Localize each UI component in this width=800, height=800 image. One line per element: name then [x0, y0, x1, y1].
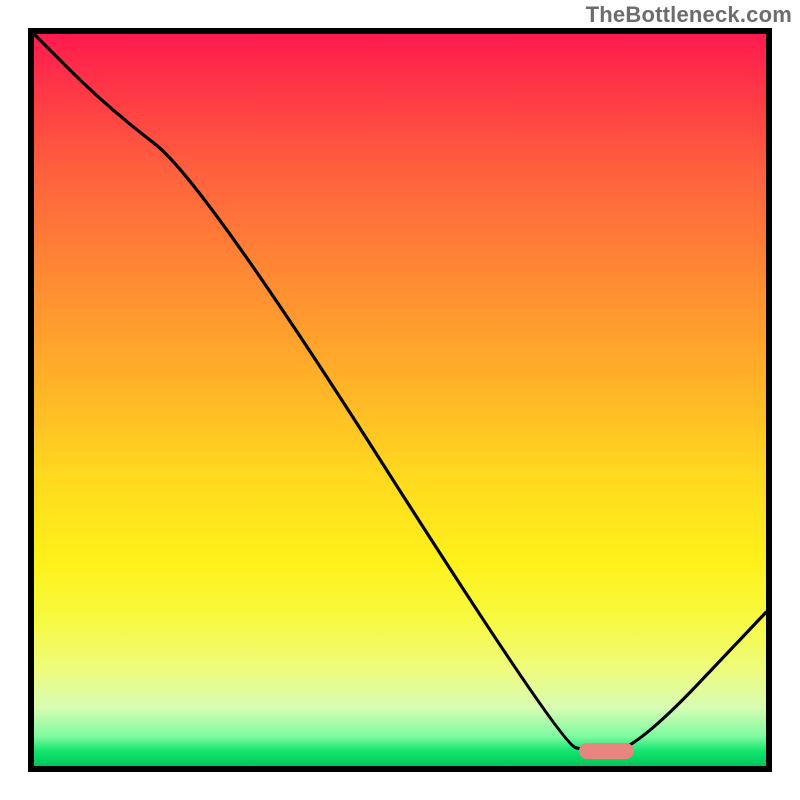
plot-area — [28, 28, 772, 772]
watermark-text: TheBottleneck.com — [586, 2, 792, 28]
target-range-marker — [579, 743, 634, 759]
chart-container: TheBottleneck.com — [0, 0, 800, 800]
bottleneck-curve — [34, 34, 766, 766]
curve-path — [34, 34, 766, 751]
